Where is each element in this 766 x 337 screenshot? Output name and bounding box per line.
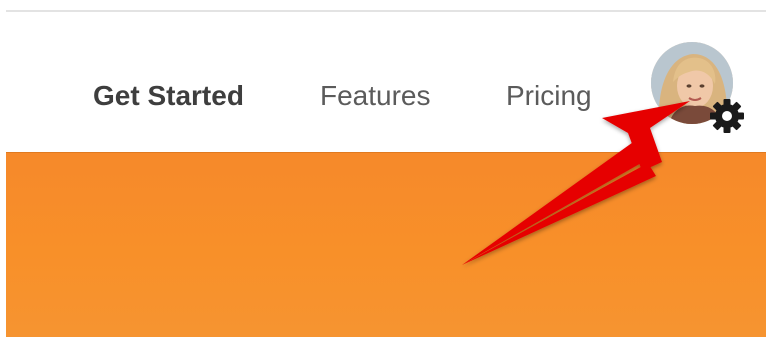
- top-navigation-bar: Get Started Features Pricing: [6, 12, 766, 152]
- orange-banner: [6, 152, 766, 337]
- gear-icon[interactable]: [707, 96, 747, 136]
- nav-link-features[interactable]: Features: [320, 81, 431, 111]
- nav-link-pricing[interactable]: Pricing: [506, 81, 592, 111]
- nav-link-get-started[interactable]: Get Started: [93, 81, 244, 111]
- page: Get Started Features Pricing: [0, 0, 766, 337]
- account-settings-button[interactable]: [651, 42, 751, 138]
